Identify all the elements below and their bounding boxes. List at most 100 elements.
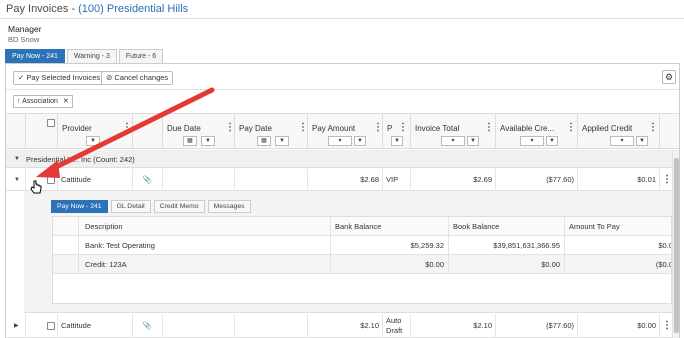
- book-balance-cell: $39,851,631,366.95: [449, 236, 565, 255]
- applied-credit-cell: $0.01: [578, 169, 660, 191]
- select-all-checkbox[interactable]: [47, 119, 55, 127]
- due-date-cell: [163, 314, 235, 338]
- detail-row[interactable]: Credit: 123A $0.00 $0.00 ($0.0: [53, 255, 671, 274]
- provider-cell: Cattitude: [58, 314, 133, 338]
- column-menu-icon[interactable]: ⋮: [225, 122, 235, 133]
- operator-select[interactable]: ▾: [520, 136, 544, 146]
- filter-icon[interactable]: ▼: [636, 136, 648, 146]
- caret-right-icon[interactable]: ▶: [14, 315, 19, 337]
- column-menu-icon[interactable]: ⋮: [298, 122, 308, 133]
- bank-balance-cell: $5,259.32: [331, 236, 449, 255]
- detail-grid-header: Description Bank Balance Book Balance Am…: [53, 217, 671, 236]
- pay-date-header: Pay Date: [239, 124, 272, 133]
- bank-balance-header: Bank Balance: [331, 217, 449, 236]
- page-title-prefix: Pay Invoices -: [6, 3, 79, 15]
- invoice-total-col[interactable]: Invoice Total ⋮ ▾ ▼: [411, 114, 496, 148]
- applied-credit-col[interactable]: Applied Credit ⋮ ▾ ▼: [578, 114, 660, 148]
- p-col[interactable]: P ⋮ ▼: [383, 114, 411, 148]
- hand-cursor-icon: [30, 180, 42, 194]
- available-credit-col[interactable]: Available Cre... ⋮ ▾ ▼: [496, 114, 578, 148]
- description-cell: Bank: Test Operating: [79, 236, 331, 255]
- grid-header: Provider ⋮ ▼ Due Date ⋮ ▦ ▼ Pay Date ⋮ ▦…: [6, 113, 679, 149]
- caret-down-icon[interactable]: ▼: [14, 169, 20, 191]
- close-icon[interactable]: ✕: [63, 98, 69, 105]
- group-row[interactable]: ▼ Presidential H... Inc (Count: 242): [6, 150, 679, 168]
- detail-tab-credit-memo[interactable]: Credit Memo: [153, 200, 205, 213]
- row-detail-panel: Pay Now - 241 GL Detail Credit Memo Mess…: [24, 191, 672, 313]
- due-date-col[interactable]: Due Date ⋮ ▦ ▼: [163, 114, 235, 148]
- vertical-scrollbar[interactable]: [672, 150, 679, 338]
- applied-credit-cell: $0.00: [578, 314, 660, 338]
- pay-date-col[interactable]: Pay Date ⋮ ▦ ▼: [235, 114, 308, 148]
- cancel-changes-button[interactable]: ⊘ Cancel changes: [101, 71, 174, 85]
- provider-col[interactable]: Provider ⋮ ▼: [58, 114, 133, 148]
- table-row[interactable]: ▶ Cattitude 📎 $2.10 Auto Draft $2.10 ($7…: [6, 314, 672, 338]
- select-col: [26, 114, 58, 148]
- pay-amount-header: Pay Amount: [312, 124, 356, 133]
- calendar-icon[interactable]: ▦: [257, 136, 271, 146]
- expand-cell[interactable]: ▶: [6, 314, 26, 338]
- p-line2: Draft: [386, 326, 403, 335]
- table-row[interactable]: ▼ Cattitude 📎 $2.68 VIP $2.69 ($77.60) $…: [6, 169, 672, 191]
- description-header: Description: [79, 217, 331, 236]
- p-cell: VIP: [383, 169, 411, 191]
- filter-icon[interactable]: ▼: [201, 136, 215, 146]
- provider-header: Provider: [62, 124, 92, 133]
- expand-cell[interactable]: ▼: [6, 169, 26, 191]
- column-menu-icon[interactable]: ⋮: [566, 122, 576, 133]
- row-menu-icon[interactable]: ⋮: [662, 320, 672, 331]
- tab-bar: Pay Now - 241 Warning - 3 Future - 6: [5, 49, 164, 63]
- caret-down-icon[interactable]: ▼: [14, 156, 20, 162]
- tab-warning[interactable]: Warning - 3: [66, 49, 117, 63]
- bank-balance-cell: $0.00: [331, 255, 449, 274]
- gear-icon[interactable]: ⚙: [662, 70, 676, 84]
- paperclip-icon[interactable]: 📎: [133, 169, 163, 191]
- filter-icon[interactable]: ▼: [275, 136, 289, 146]
- operator-select[interactable]: ▾: [441, 136, 465, 146]
- attachment-col: [133, 114, 163, 148]
- filter-icon[interactable]: ▼: [86, 136, 100, 146]
- paperclip-icon[interactable]: 📎: [133, 314, 163, 338]
- filter-icon[interactable]: ▼: [467, 136, 479, 146]
- operator-select[interactable]: ▾: [610, 136, 634, 146]
- description-cell: Credit: 123A: [79, 255, 331, 274]
- detail-tab-messages[interactable]: Messages: [207, 200, 251, 213]
- cancel-icon: ⊘: [106, 73, 113, 82]
- row-menu-icon[interactable]: ⋮: [662, 174, 672, 185]
- column-menu-icon[interactable]: ⋮: [484, 122, 494, 133]
- tab-pay-now[interactable]: Pay Now - 241: [5, 49, 65, 63]
- detail-tab-gl-detail[interactable]: GL Detail: [110, 200, 151, 213]
- scrollbar-thumb[interactable]: [674, 158, 679, 333]
- filter-icon[interactable]: ▼: [546, 136, 558, 146]
- available-credit-header: Available Cre...: [500, 124, 555, 133]
- detail-tab-pay-now[interactable]: Pay Now - 241: [51, 200, 108, 213]
- provider-cell: Cattitude: [58, 169, 133, 191]
- group-row-label: Presidential H... Inc (Count: 242): [26, 155, 135, 164]
- pay-selected-button[interactable]: ✓ Pay Selected Invoices: [13, 71, 106, 85]
- column-menu-icon[interactable]: ⋮: [398, 122, 408, 133]
- filter-icon[interactable]: ▼: [391, 136, 403, 146]
- row-checkbox[interactable]: [47, 176, 55, 184]
- select-cell: [26, 314, 58, 338]
- group-by-chip[interactable]: ↑ Association ✕: [13, 95, 73, 108]
- column-menu-icon[interactable]: ⋮: [122, 122, 132, 133]
- detail-row[interactable]: Bank: Test Operating $5,259.32 $39,851,6…: [53, 236, 671, 255]
- invoice-panel: ✓ Pay Selected Invoices ⊘ Cancel changes…: [5, 63, 680, 338]
- tab-future[interactable]: Future - 6: [118, 49, 164, 63]
- expand-col: [6, 114, 26, 148]
- column-menu-icon[interactable]: ⋮: [373, 122, 383, 133]
- cancel-label: Cancel changes: [114, 73, 169, 82]
- filter-icon[interactable]: ▼: [354, 136, 366, 146]
- column-menu-icon[interactable]: ⋮: [648, 122, 658, 133]
- toolbar-divider: [6, 89, 679, 90]
- group-chip-label: Association: [22, 98, 58, 105]
- operator-select[interactable]: ▾: [328, 136, 352, 146]
- calendar-icon[interactable]: ▦: [183, 136, 197, 146]
- p-cell: Auto Draft: [383, 314, 411, 338]
- community-name: (100) Presidential Hills: [78, 3, 189, 15]
- row-checkbox[interactable]: [47, 322, 55, 330]
- pay-amount-cell: $2.68: [308, 169, 383, 191]
- pay-amount-col[interactable]: Pay Amount ⋮ ▾ ▼: [308, 114, 383, 148]
- detail-spacer: [53, 236, 79, 255]
- detail-tab-bar: Pay Now - 241 GL Detail Credit Memo Mess…: [51, 200, 251, 213]
